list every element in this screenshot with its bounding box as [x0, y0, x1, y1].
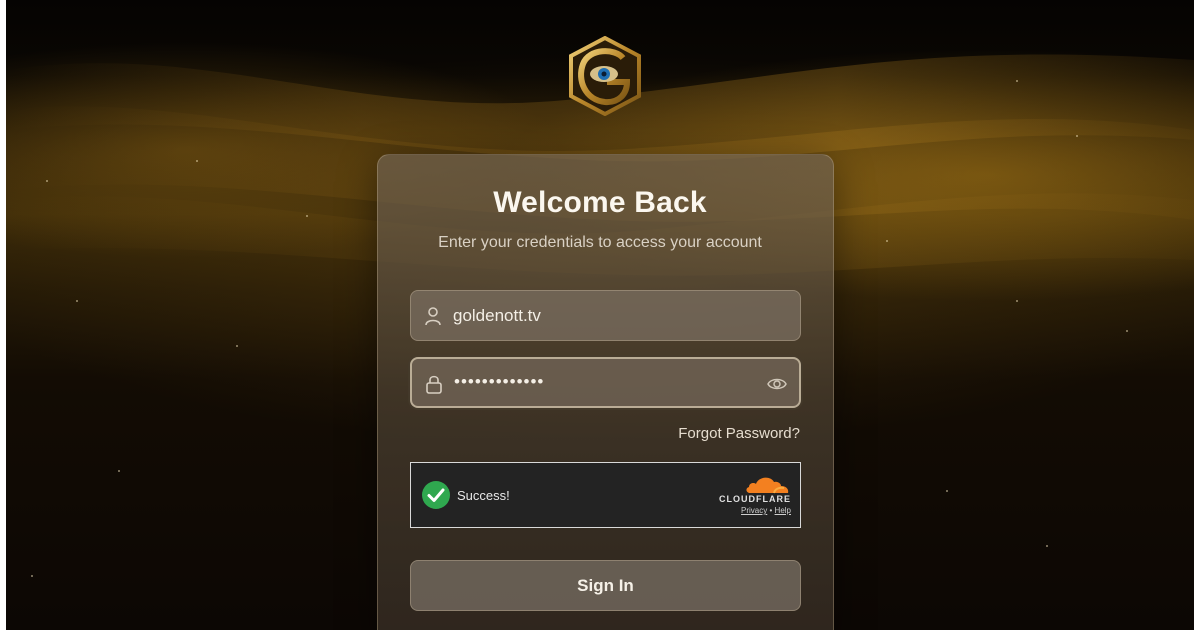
username-value: goldenott.tv: [453, 306, 541, 325]
privacy-link[interactable]: Privacy: [741, 506, 767, 515]
star: [1126, 330, 1128, 332]
star: [31, 575, 33, 577]
page-subtitle: Enter your credentials to access your ac…: [438, 234, 762, 251]
captcha-status: Success!: [457, 488, 510, 503]
forgot-password-link[interactable]: Forgot Password?: [0, 425, 800, 442]
star: [1016, 80, 1018, 82]
star: [1076, 135, 1078, 137]
brand-logo: [569, 36, 641, 116]
star: [46, 180, 48, 182]
cloudflare-cloud-icon: [746, 477, 789, 494]
star: [118, 470, 120, 472]
star: [946, 490, 948, 492]
star: [1016, 300, 1018, 302]
star: [76, 300, 78, 302]
captcha-links: Privacy • Help: [741, 506, 791, 515]
star: [236, 345, 238, 347]
eye-icon[interactable]: [767, 374, 787, 394]
success-check-icon: [422, 481, 450, 509]
sign-in-button[interactable]: Sign In: [410, 560, 801, 611]
help-link[interactable]: Help: [775, 506, 791, 515]
user-icon: [425, 307, 441, 326]
star: [1046, 545, 1048, 547]
page-title: Welcome Back: [493, 186, 707, 219]
password-value: •••••••••••••: [454, 372, 545, 391]
cloudflare-turnstile-widget[interactable]: Success! CLOUDFLARE Privacy • Help: [410, 462, 801, 528]
link-separator: •: [769, 506, 773, 515]
lock-icon: [426, 375, 442, 394]
password-field[interactable]: •••••••••••••: [410, 357, 801, 408]
username-field[interactable]: goldenott.tv: [410, 290, 801, 341]
cloudflare-brand: CLOUDFLARE: [719, 494, 791, 504]
star: [196, 160, 198, 162]
